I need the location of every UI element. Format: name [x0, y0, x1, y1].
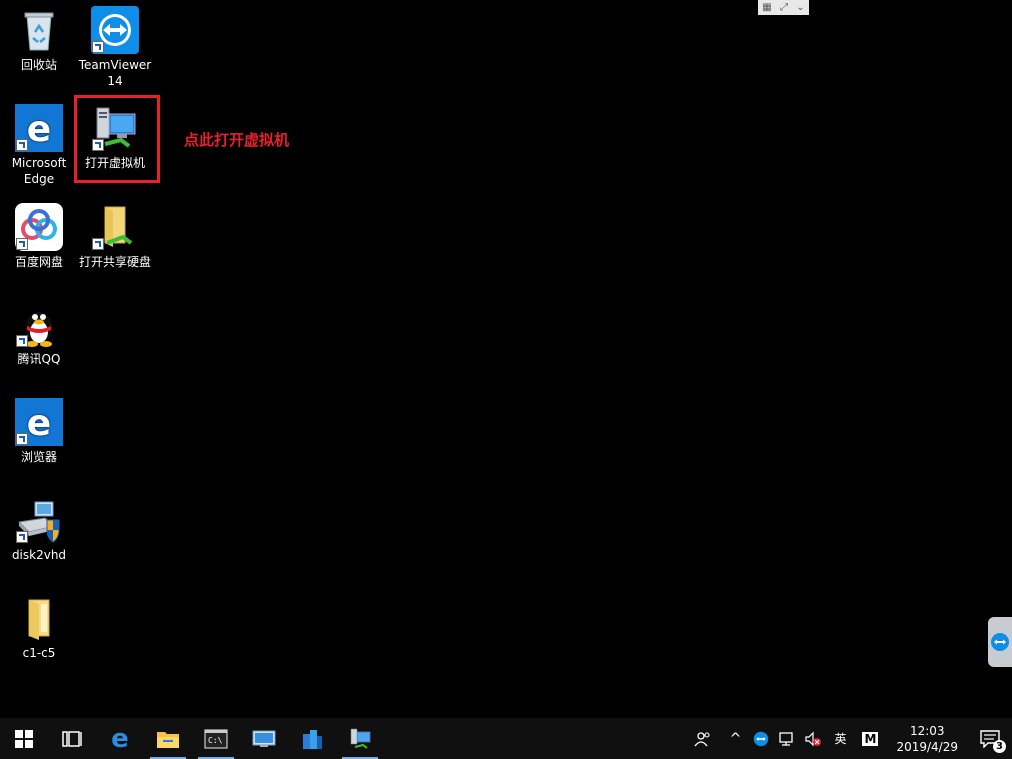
highlight-box	[74, 95, 160, 183]
desktop-icon-browser[interactable]: e 浏览器	[0, 398, 78, 465]
notification-count-badge: 3	[993, 740, 1006, 753]
system-tray: ^ 英 M 12:03 2019/4/29 3	[684, 718, 1012, 759]
edge-icon: e	[15, 104, 63, 152]
grid-icon[interactable]: ▦	[762, 2, 771, 13]
qq-penguin-icon	[15, 300, 63, 348]
desktop-icon-baidu-netdisk[interactable]: 百度网盘	[0, 203, 78, 270]
chevron-up-icon: ^	[729, 730, 742, 747]
windows-logo-icon	[15, 729, 33, 748]
tray-volume-muted[interactable]	[800, 718, 826, 759]
task-view-button[interactable]	[48, 718, 96, 759]
shortcut-arrow-icon	[16, 238, 28, 250]
recycle-bin-icon	[15, 6, 63, 54]
svg-text:e: e	[27, 109, 51, 150]
show-hidden-icons-button[interactable]: ^	[722, 718, 748, 759]
shortcut-arrow-icon	[92, 238, 104, 250]
teamviewer-icon	[754, 731, 769, 746]
clock-date: 2019/4/29	[896, 739, 958, 754]
desktop-icon-recycle-bin[interactable]: 回收站	[0, 6, 78, 73]
desktop-icon-shared-drive[interactable]: 打开共享硬盘	[76, 203, 154, 270]
task-view-icon	[62, 730, 82, 747]
desktop-icon-qq[interactable]: 腾讯QQ	[0, 300, 78, 367]
terminal-icon: C:\	[204, 728, 228, 749]
taskbar-command-prompt[interactable]: C:\	[192, 718, 240, 759]
floating-toolbar[interactable]: ▦ ⤢ ⌄	[758, 0, 809, 15]
shortcut-arrow-icon	[16, 531, 28, 543]
virtual-machine-icon	[350, 728, 371, 749]
folder-icon	[15, 594, 63, 642]
people-icon	[694, 731, 711, 746]
network-icon	[779, 731, 794, 746]
desktop: 回收站 TeamViewer 14 e Microsoft Edge 打开虚拟机…	[0, 0, 1012, 718]
expand-icon[interactable]: ⤢	[780, 2, 788, 13]
svg-text:C:\: C:\	[208, 736, 223, 745]
taskbar: e C:\ ^ 英 M 12:03 2019/4/29 3	[0, 718, 1012, 759]
desktop-icon-folder-c1-c5[interactable]: c1-c5	[0, 594, 78, 661]
remote-desktop-icon	[252, 730, 276, 747]
desktop-icon-edge[interactable]: e Microsoft Edge	[0, 104, 78, 187]
start-button[interactable]	[0, 718, 48, 759]
tray-ime[interactable]: M	[854, 718, 886, 759]
clock-time: 12:03	[909, 723, 945, 738]
shortcut-arrow-icon	[92, 41, 104, 53]
taskbar-server-manager[interactable]	[288, 718, 336, 759]
shortcut-arrow-icon	[16, 335, 28, 347]
teamviewer-icon	[91, 6, 139, 54]
shortcut-arrow-icon	[16, 433, 28, 445]
baidu-netdisk-icon	[15, 203, 63, 251]
shortcut-arrow-icon	[16, 139, 28, 151]
taskbar-virtual-machine[interactable]	[336, 718, 384, 759]
tray-language[interactable]: 英	[826, 718, 854, 759]
edge-icon: e	[111, 723, 129, 754]
taskbar-remote-desktop[interactable]	[240, 718, 288, 759]
taskbar-clock[interactable]: 12:03 2019/4/29	[886, 723, 968, 755]
svg-text:e: e	[27, 403, 51, 444]
teamviewer-side-tab[interactable]	[988, 617, 1012, 667]
desktop-icon-teamviewer[interactable]: TeamViewer 14	[76, 6, 154, 89]
tray-teamviewer[interactable]	[748, 718, 774, 759]
annotation-text: 点此打开虚拟机	[184, 131, 290, 149]
ime-icon: M	[862, 731, 879, 746]
teamviewer-icon	[991, 633, 1009, 651]
file-explorer-icon	[157, 731, 179, 748]
people-button[interactable]	[684, 718, 722, 759]
tray-network[interactable]	[774, 718, 800, 759]
taskbar-file-explorer[interactable]	[144, 718, 192, 759]
volume-muted-icon	[805, 731, 822, 746]
browser-icon: e	[15, 398, 63, 446]
desktop-icon-disk2vhd[interactable]: disk2vhd	[0, 496, 78, 563]
disk2vhd-icon	[15, 496, 63, 544]
taskbar-edge[interactable]: e	[96, 718, 144, 759]
server-manager-icon	[303, 729, 322, 749]
chevron-down-icon[interactable]: ⌄	[796, 2, 804, 13]
shared-drive-icon	[91, 203, 139, 251]
action-center-button[interactable]: 3	[968, 718, 1012, 759]
